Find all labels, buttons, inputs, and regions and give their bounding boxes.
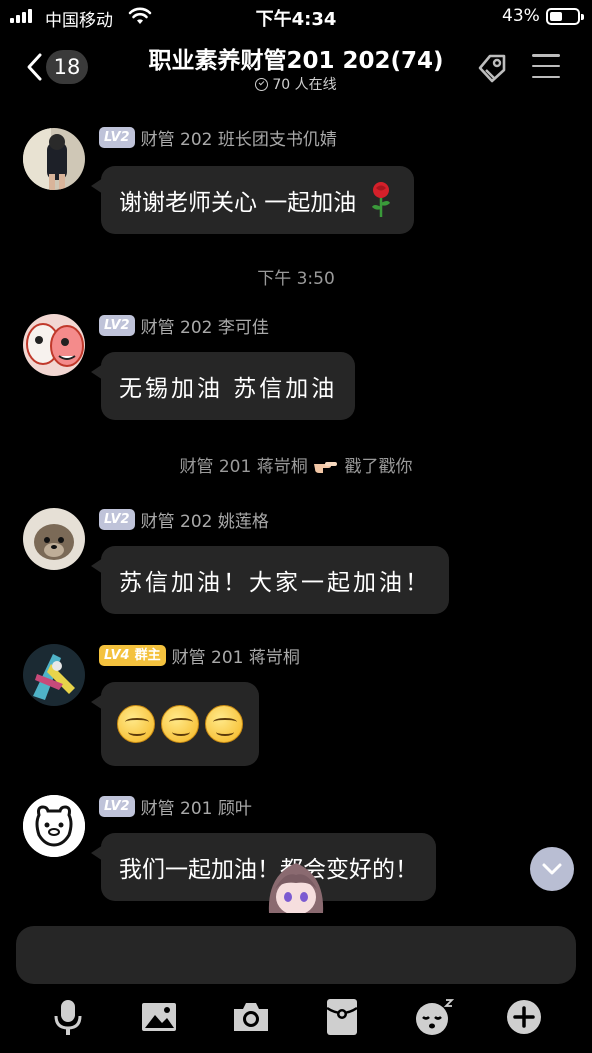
owner-role-label: 群主 xyxy=(134,647,161,663)
level-badge: LV2 xyxy=(99,314,135,336)
sleepy-face-icon xyxy=(416,999,454,1035)
poke-hand-icon xyxy=(314,462,338,473)
more-plus-button[interactable] xyxy=(502,995,546,1039)
message-bubble[interactable]: 无锡加油 苏信加油 xyxy=(90,352,356,420)
avatar[interactable] xyxy=(23,508,85,570)
sender-name[interactable]: 财管 201 蒋岢桐 xyxy=(172,643,300,668)
menu-icon[interactable] xyxy=(532,54,560,78)
sender-name[interactable]: 财管 202 班长团支书仉婧 xyxy=(141,125,337,150)
voice-button[interactable] xyxy=(46,995,90,1039)
battery-percent: 43% xyxy=(502,6,540,26)
time-divider: 下午 3:50 xyxy=(257,269,335,289)
level-badge: LV2 xyxy=(99,508,135,530)
rose-emoji xyxy=(372,182,391,217)
online-count-label: 70 人在线 xyxy=(272,77,337,93)
microphone-icon xyxy=(54,1000,82,1035)
sender-name[interactable]: 财管 202 姚莲格 xyxy=(141,507,269,532)
level-badge: LV2 xyxy=(99,126,135,148)
battery-icon xyxy=(546,8,584,25)
message-meta: LV2 财管 202 李可佳 xyxy=(99,313,269,338)
emoji-button[interactable] xyxy=(412,995,456,1039)
red-packet-icon xyxy=(326,999,358,1035)
message-meta: LV4 群主 财管 201 蒋岢桐 xyxy=(99,643,300,668)
smirk-emoji xyxy=(205,705,243,743)
message-meta: LV2 财管 202 姚莲格 xyxy=(99,507,269,532)
smirk-emoji xyxy=(161,705,199,743)
scroll-to-bottom-button[interactable] xyxy=(530,847,574,891)
avatar[interactable] xyxy=(23,644,85,706)
avatar[interactable] xyxy=(23,314,85,376)
message-text: 谢谢老师关心 一起加油 xyxy=(119,190,357,216)
chibi-sticker-image xyxy=(268,863,324,913)
message-text: 苏信加油！大家一起加油！ xyxy=(119,570,431,596)
avatar[interactable] xyxy=(23,128,85,190)
message-meta: LV2 财管 202 班长团支书仉婧 xyxy=(99,125,337,150)
level-badge: LV4 群主 xyxy=(99,644,166,666)
sender-name[interactable]: 财管 202 李可佳 xyxy=(141,313,269,338)
camera-button[interactable] xyxy=(229,995,273,1039)
camera-icon xyxy=(234,1003,268,1031)
message-text: 无锡加油 苏信加油 xyxy=(119,376,338,402)
smirk-emoji xyxy=(117,705,155,743)
sender-name[interactable]: 财管 201 顾叶 xyxy=(141,794,252,819)
online-check-icon xyxy=(255,77,269,91)
plus-icon xyxy=(507,1000,541,1034)
status-bar: 中国移动 下午4:34 43% xyxy=(0,0,592,32)
avatar[interactable] xyxy=(23,795,85,857)
message-meta: LV2 财管 201 顾叶 xyxy=(99,794,252,819)
poke-notice[interactable]: 财管 201 蒋岢桐 戳了戳你 xyxy=(0,452,592,477)
poke-actor: 财管 201 蒋岢桐 xyxy=(179,457,308,477)
image-button[interactable] xyxy=(137,995,181,1039)
chat-header: 18 职业素养财管201 202(74) 70 人在线 xyxy=(0,32,592,104)
image-icon xyxy=(142,1003,176,1031)
message-bubble[interactable] xyxy=(91,682,259,766)
red-packet-button[interactable] xyxy=(320,995,364,1039)
message-input[interactable] xyxy=(16,926,576,984)
poke-action: 戳了戳你 xyxy=(344,457,413,477)
message-bubble[interactable]: 苏信加油！大家一起加油！ xyxy=(91,546,449,614)
message-bubble[interactable]: 谢谢老师关心 一起加油 xyxy=(90,166,415,234)
level-badge: LV2 xyxy=(99,795,135,817)
input-toolbar xyxy=(0,995,592,1043)
level-text: LV4 xyxy=(104,647,130,663)
chevron-down-icon xyxy=(542,863,562,875)
group-tag-icon[interactable] xyxy=(472,48,512,88)
